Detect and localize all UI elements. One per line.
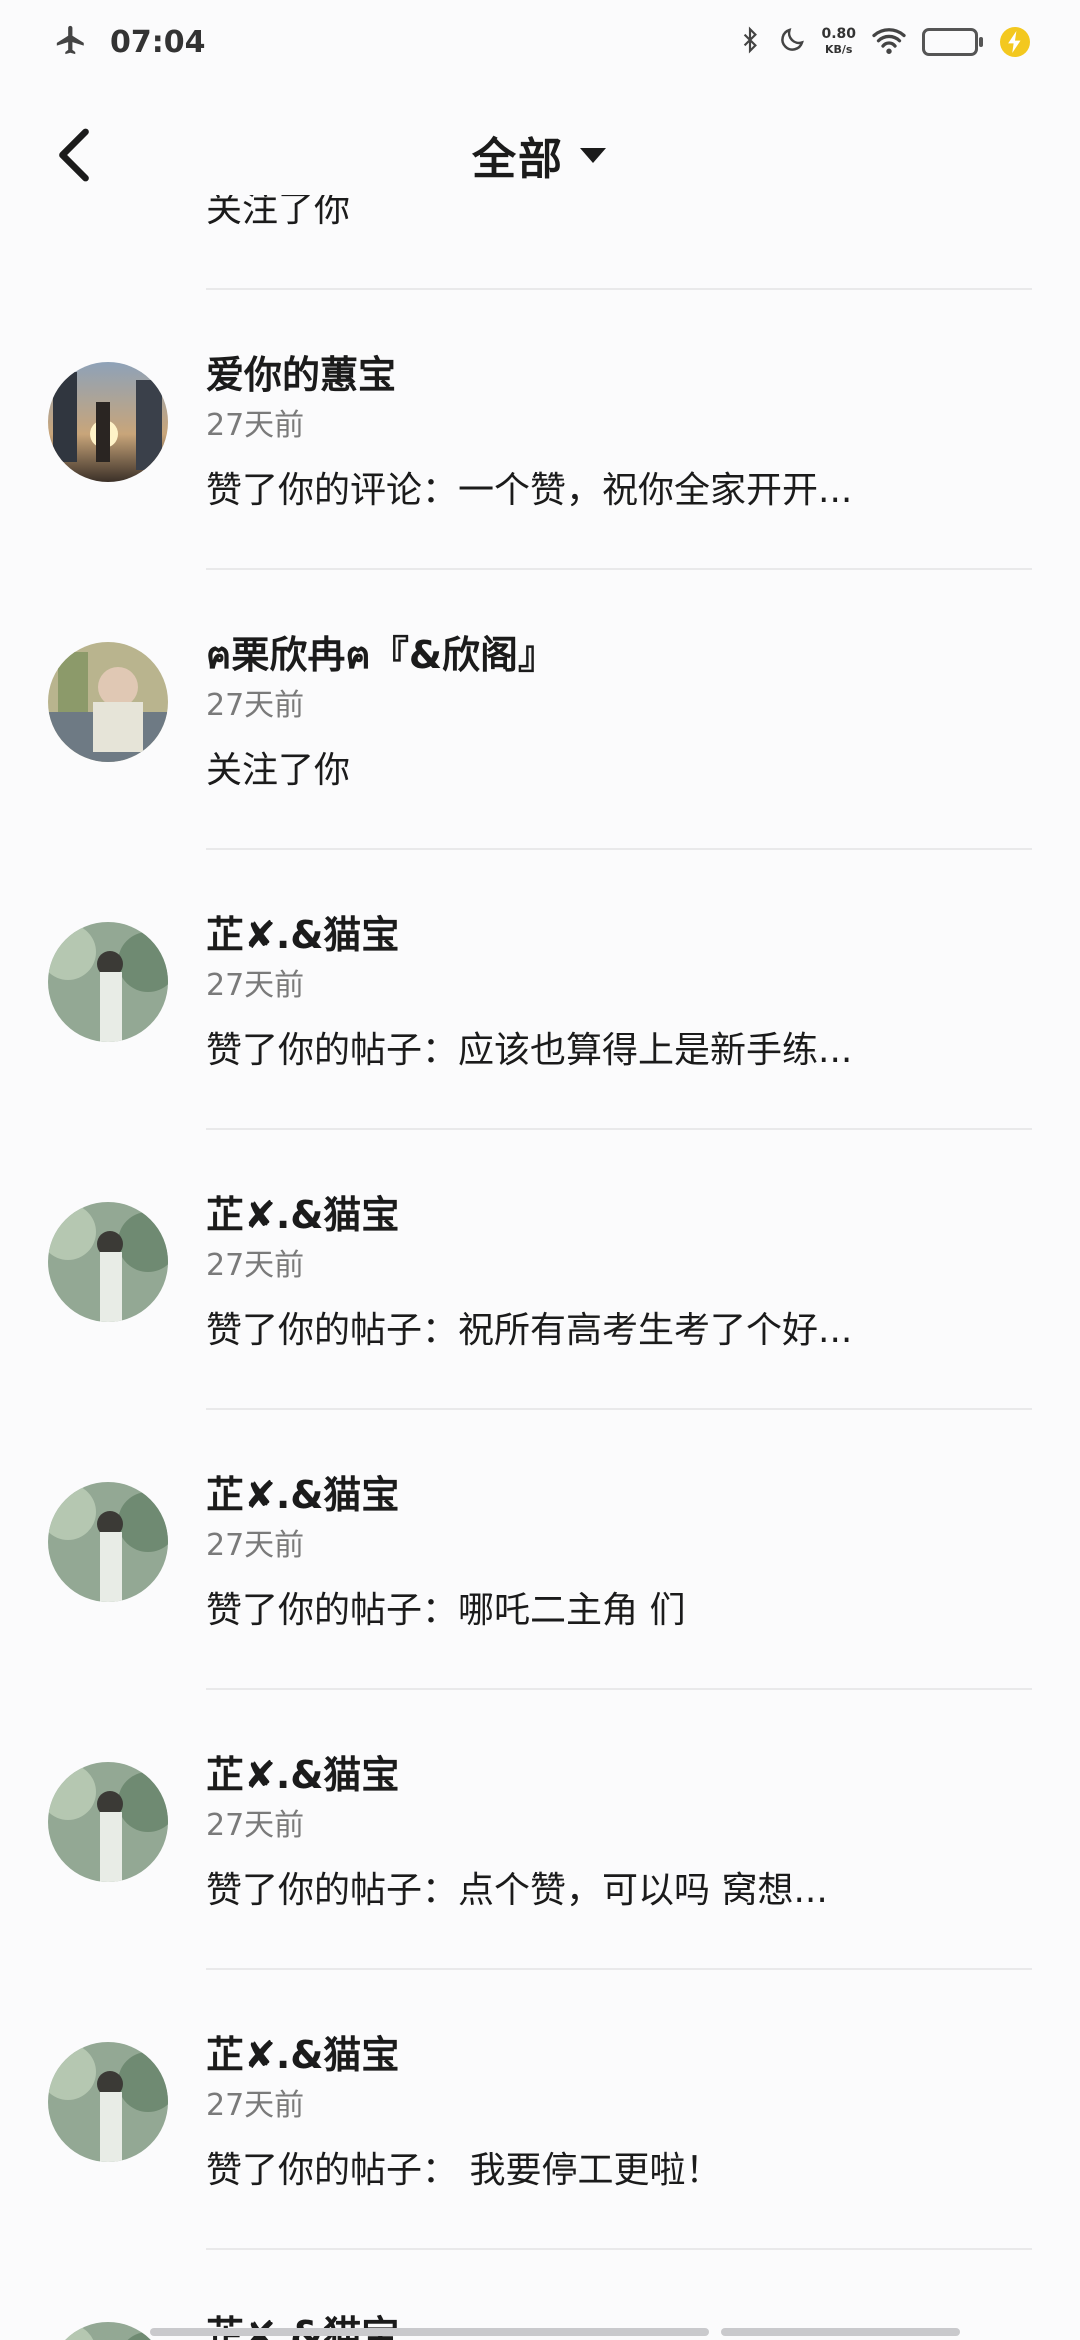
notification-time: 27天前 [206, 1808, 305, 1843]
notification-message: 赞了你的帖子：哪吒二主角 们 [206, 1590, 686, 1631]
notification-time: 27天前 [206, 2088, 305, 2123]
avatar[interactable] [48, 1762, 168, 1882]
notification-message: 赞了你的帖子：祝所有高考生考了个好... [206, 1310, 853, 1351]
notification-message: 赞了你的帖子：点个赞，可以吗 窝想... [206, 1870, 828, 1911]
user-name[interactable]: ฅ栗欣冉ฅ『&欣阁』 [206, 632, 1032, 678]
list-item[interactable]: 芷✘.&猫宝 27天前 赞了你的帖子：祝所有高考生考了个好... [0, 1130, 1080, 1410]
list-item[interactable]: 芷✘.&猫宝 27天前 赞了你的帖子：点个赞，可以吗 窝想... [0, 1690, 1080, 1970]
list-item[interactable]: 芷✘.&猫宝 27天前 赞了你的帖子：哪吒二主角 们 [0, 1410, 1080, 1690]
user-name[interactable]: 芷✘.&猫宝 [206, 1192, 1032, 1238]
user-name[interactable]: 芷✘.&猫宝 [206, 1472, 1032, 1518]
notification-message: 赞了你的帖子： 我要停工更啦！ [206, 2150, 722, 2191]
user-name[interactable]: 芷✘.&猫宝 [206, 1752, 1032, 1798]
list-item[interactable]: ฅ栗欣冉ฅ『&欣阁』 27天前 关注了你 [0, 570, 1080, 850]
filter-dropdown[interactable]: 全部 [0, 123, 1080, 187]
user-name[interactable]: 芷✘.&猫宝 [206, 2032, 1032, 2078]
user-name[interactable]: 芷✘.&猫宝 [206, 912, 1032, 958]
caret-down-icon [580, 148, 606, 163]
status-time: 07:04 [110, 24, 206, 60]
bluetooth-icon [737, 24, 763, 60]
notification-time: 27天前 [206, 688, 305, 723]
airplane-icon [54, 23, 88, 61]
notification-time: 27天前 [206, 1528, 305, 1563]
avatar[interactable] [48, 1202, 168, 1322]
notification-message: 关注了你 [206, 195, 351, 230]
notification-time: 27天前 [206, 1248, 305, 1283]
page-title: 全部 [472, 134, 564, 185]
status-bar: 07:04 0.80 KB/s [0, 0, 1080, 84]
home-indicator [150, 2328, 960, 2336]
avatar[interactable] [48, 922, 168, 1042]
charging-icon [1000, 27, 1030, 57]
avatar[interactable] [48, 2042, 168, 2162]
list-item-partial[interactable]: 关注了你 [206, 195, 1030, 288]
list-item[interactable]: 芷✘.&猫宝 [0, 2250, 1080, 2340]
notification-time: 27天前 [206, 968, 305, 1003]
list-item[interactable]: 芷✘.&猫宝 27天前 赞了你的帖子：应该也算得上是新手练... [0, 850, 1080, 1130]
notification-message: 赞了你的帖子：应该也算得上是新手练... [206, 1030, 853, 1071]
wifi-icon [870, 25, 908, 59]
avatar[interactable] [48, 1482, 168, 1602]
notification-time: 27天前 [206, 408, 305, 443]
avatar[interactable] [48, 362, 168, 482]
network-speed: 0.80 KB/s [821, 26, 856, 57]
list-item[interactable]: 爱你的蕙宝 27天前 赞了你的评论：一个赞，祝你全家开开... [0, 290, 1080, 570]
notification-message: 关注了你 [206, 750, 351, 791]
list-item[interactable]: 芷✘.&猫宝 27天前 赞了你的帖子： 我要停工更啦！ [0, 1970, 1080, 2250]
avatar[interactable] [48, 642, 168, 762]
notification-message: 赞了你的评论：一个赞，祝你全家开开... [206, 470, 853, 511]
moon-icon [777, 25, 807, 59]
user-name[interactable]: 爱你的蕙宝 [206, 352, 1032, 398]
battery-icon [922, 28, 983, 56]
